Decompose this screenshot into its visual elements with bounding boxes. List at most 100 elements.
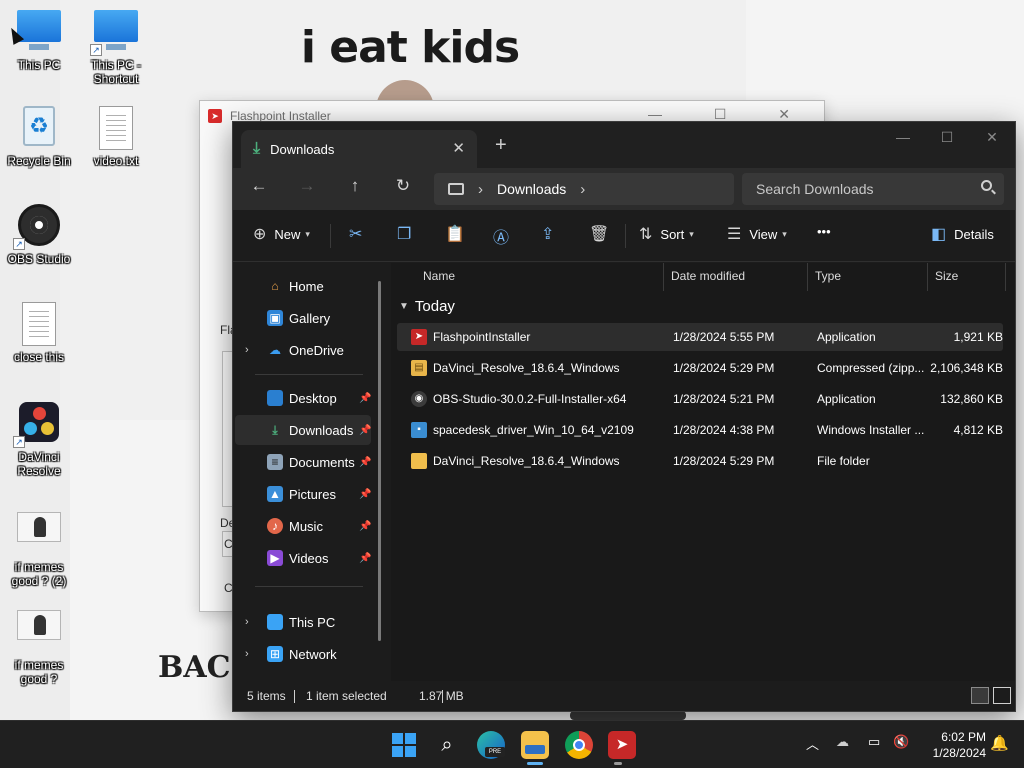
- sidebar-item-onedrive[interactable]: › ☁ OneDrive: [235, 335, 371, 365]
- details-view-button[interactable]: [971, 687, 989, 704]
- up-button[interactable]: ↑: [343, 176, 367, 196]
- app-running-indicator: [614, 762, 622, 765]
- search-taskbar-button[interactable]: ⌕: [433, 731, 461, 759]
- sidebar-item-videos[interactable]: ▶ Videos 📌: [235, 543, 371, 573]
- folder-icon: [525, 745, 545, 754]
- expand-chevron-icon[interactable]: ›: [245, 616, 249, 628]
- pin-icon[interactable]: 📌: [359, 457, 371, 468]
- more-options-button[interactable]: •••: [817, 224, 831, 239]
- search-icon[interactable]: [981, 180, 992, 191]
- sidebar-item-downloads[interactable]: ⤓ Downloads 📌: [235, 415, 371, 445]
- tab-close-button[interactable]: ✕: [452, 139, 465, 157]
- sidebar-item-home[interactable]: ⌂ Home: [235, 271, 371, 301]
- search-box[interactable]: [742, 173, 1004, 205]
- flashpoint-icon: ➤: [208, 109, 222, 123]
- chevron-right-icon[interactable]: ›: [478, 181, 483, 198]
- file-row[interactable]: ➤ FlashpointInstaller 1/28/2024 5:55 PM …: [397, 323, 1003, 351]
- column-divider[interactable]: [663, 263, 664, 291]
- new-tab-button[interactable]: +: [495, 134, 507, 157]
- sidebar-item-music[interactable]: ♪ Music 📌: [235, 511, 371, 541]
- sidebar-item-desktop[interactable]: Desktop 📌: [235, 383, 371, 413]
- file-explorer-window[interactable]: ⤓ Downloads ✕ + — ☐ ✕ ← → ↑ ↻ › Download…: [232, 121, 1016, 712]
- minimize-button[interactable]: —: [881, 126, 925, 148]
- details-button[interactable]: ◧ Details: [931, 224, 994, 244]
- expand-chevron-icon[interactable]: ›: [245, 344, 249, 356]
- file-explorer-taskbar-button[interactable]: [521, 731, 549, 759]
- show-hidden-icons-chevron-icon[interactable]: ︿: [806, 734, 819, 753]
- address-bar[interactable]: › Downloads ›: [434, 173, 734, 205]
- separator: [625, 224, 626, 248]
- search-input[interactable]: [756, 181, 966, 197]
- view-button[interactable]: ☰ View ▾: [727, 224, 787, 244]
- volume-muted-icon[interactable]: 🔇: [893, 734, 909, 750]
- sort-button[interactable]: ⇅ Sort ▾: [639, 224, 694, 244]
- tab-bar: ⤓ Downloads ✕ + — ☐ ✕: [233, 122, 1015, 168]
- share-button[interactable]: ⇪: [541, 224, 562, 244]
- desktop-icon-if-memes-good-2[interactable]: if memes good ? (2): [3, 506, 75, 588]
- recycle-bin-icon: ♻: [17, 106, 61, 150]
- flashpoint-taskbar-button[interactable]: ➤: [608, 731, 636, 759]
- sidebar-item-gallery[interactable]: ▣ Gallery: [235, 303, 371, 333]
- folder-icon: [411, 453, 427, 469]
- expand-chevron-icon[interactable]: ›: [245, 648, 249, 660]
- copy-button[interactable]: ❐: [397, 224, 419, 244]
- column-header-date[interactable]: Date modified: [671, 269, 745, 283]
- clock[interactable]: 6:02 PM 1/28/2024: [920, 729, 986, 761]
- sidebar-item-pictures[interactable]: ▲ Pictures 📌: [235, 479, 371, 509]
- desktop-icon-recycle-bin[interactable]: ♻ Recycle Bin: [3, 106, 75, 168]
- pin-icon[interactable]: 📌: [359, 521, 371, 532]
- column-header-type[interactable]: Type: [815, 269, 841, 283]
- new-button[interactable]: ⊕ New ▾: [253, 224, 310, 244]
- pin-icon[interactable]: 📌: [359, 489, 371, 500]
- network-icon[interactable]: ▭: [868, 734, 880, 750]
- sidebar-item-this-pc[interactable]: › This PC: [235, 607, 371, 637]
- column-divider[interactable]: [807, 263, 808, 291]
- cut-button[interactable]: ✂: [349, 224, 370, 244]
- pin-icon[interactable]: 📌: [359, 393, 371, 404]
- pin-icon[interactable]: 📌: [359, 425, 371, 436]
- forward-button[interactable]: →: [295, 176, 319, 196]
- desktop-icon-obs-studio[interactable]: ↗ OBS Studio: [3, 204, 75, 266]
- column-header-name[interactable]: Name: [423, 269, 455, 283]
- column-header-size[interactable]: Size: [935, 269, 958, 283]
- desktop-icon-this-pc-shortcut[interactable]: ↗ This PC - Shortcut: [80, 10, 152, 86]
- file-date: 1/28/2024 5:21 PM: [673, 392, 775, 406]
- paste-button[interactable]: 📋: [445, 224, 473, 244]
- desktop-icon-close-this[interactable]: close this: [3, 302, 75, 364]
- desktop-icon-davinci-resolve[interactable]: ↗ DaVinci Resolve: [3, 402, 75, 478]
- close-window-button[interactable]: ✕: [970, 126, 1014, 148]
- network-icon: ⊞: [267, 646, 283, 662]
- file-row[interactable]: ▤ DaVinci_Resolve_18.6.4_Windows 1/28/20…: [397, 354, 1003, 382]
- file-type: Windows Installer ...: [817, 423, 925, 437]
- rename-button[interactable]: Ⓐ: [493, 224, 517, 248]
- navigation-bar: ← → ↑ ↻ › Downloads ›: [233, 168, 1015, 210]
- flashpoint-icon: ➤: [615, 736, 629, 753]
- start-button[interactable]: [390, 731, 418, 759]
- breadcrumb-downloads[interactable]: Downloads: [497, 181, 566, 197]
- sidebar-item-documents[interactable]: ≡ Documents 📌: [235, 447, 371, 477]
- large-icons-view-button[interactable]: [993, 687, 1011, 704]
- sidebar-item-network[interactable]: › ⊞ Network: [235, 639, 371, 669]
- column-divider[interactable]: [927, 263, 928, 291]
- back-button[interactable]: ←: [247, 176, 271, 196]
- chevron-right-icon[interactable]: ›: [580, 181, 585, 198]
- delete-button[interactable]: 🗑: [589, 224, 617, 244]
- column-divider[interactable]: [1005, 263, 1006, 291]
- group-header-today[interactable]: ▼ Today: [399, 298, 455, 315]
- this-pc-icon: [448, 183, 464, 195]
- desktop-icon-video-txt[interactable]: video.txt: [80, 106, 152, 168]
- file-row[interactable]: DaVinci_Resolve_18.6.4_Windows 1/28/2024…: [397, 447, 1003, 475]
- pin-icon[interactable]: 📌: [359, 553, 371, 564]
- tab-downloads[interactable]: ⤓ Downloads ✕: [241, 130, 477, 168]
- file-row[interactable]: ◉ OBS-Studio-30.0.2-Full-Installer-x64 1…: [397, 385, 1003, 413]
- notification-bell-icon[interactable]: 🔔: [990, 734, 1009, 752]
- chrome-button[interactable]: [565, 731, 593, 759]
- edge-beta-button[interactable]: PRE: [477, 731, 505, 759]
- onedrive-offline-icon[interactable]: ☁: [836, 734, 849, 750]
- sidebar-scrollbar[interactable]: [378, 281, 381, 641]
- maximize-button[interactable]: ☐: [925, 126, 969, 148]
- sidebar-item-label: Downloads: [289, 422, 354, 438]
- file-row[interactable]: ▪ spacedesk_driver_Win_10_64_v2109 1/28/…: [397, 416, 1003, 444]
- refresh-button[interactable]: ↻: [391, 176, 415, 196]
- desktop-icon-if-memes-good[interactable]: if memes good ?: [3, 604, 75, 686]
